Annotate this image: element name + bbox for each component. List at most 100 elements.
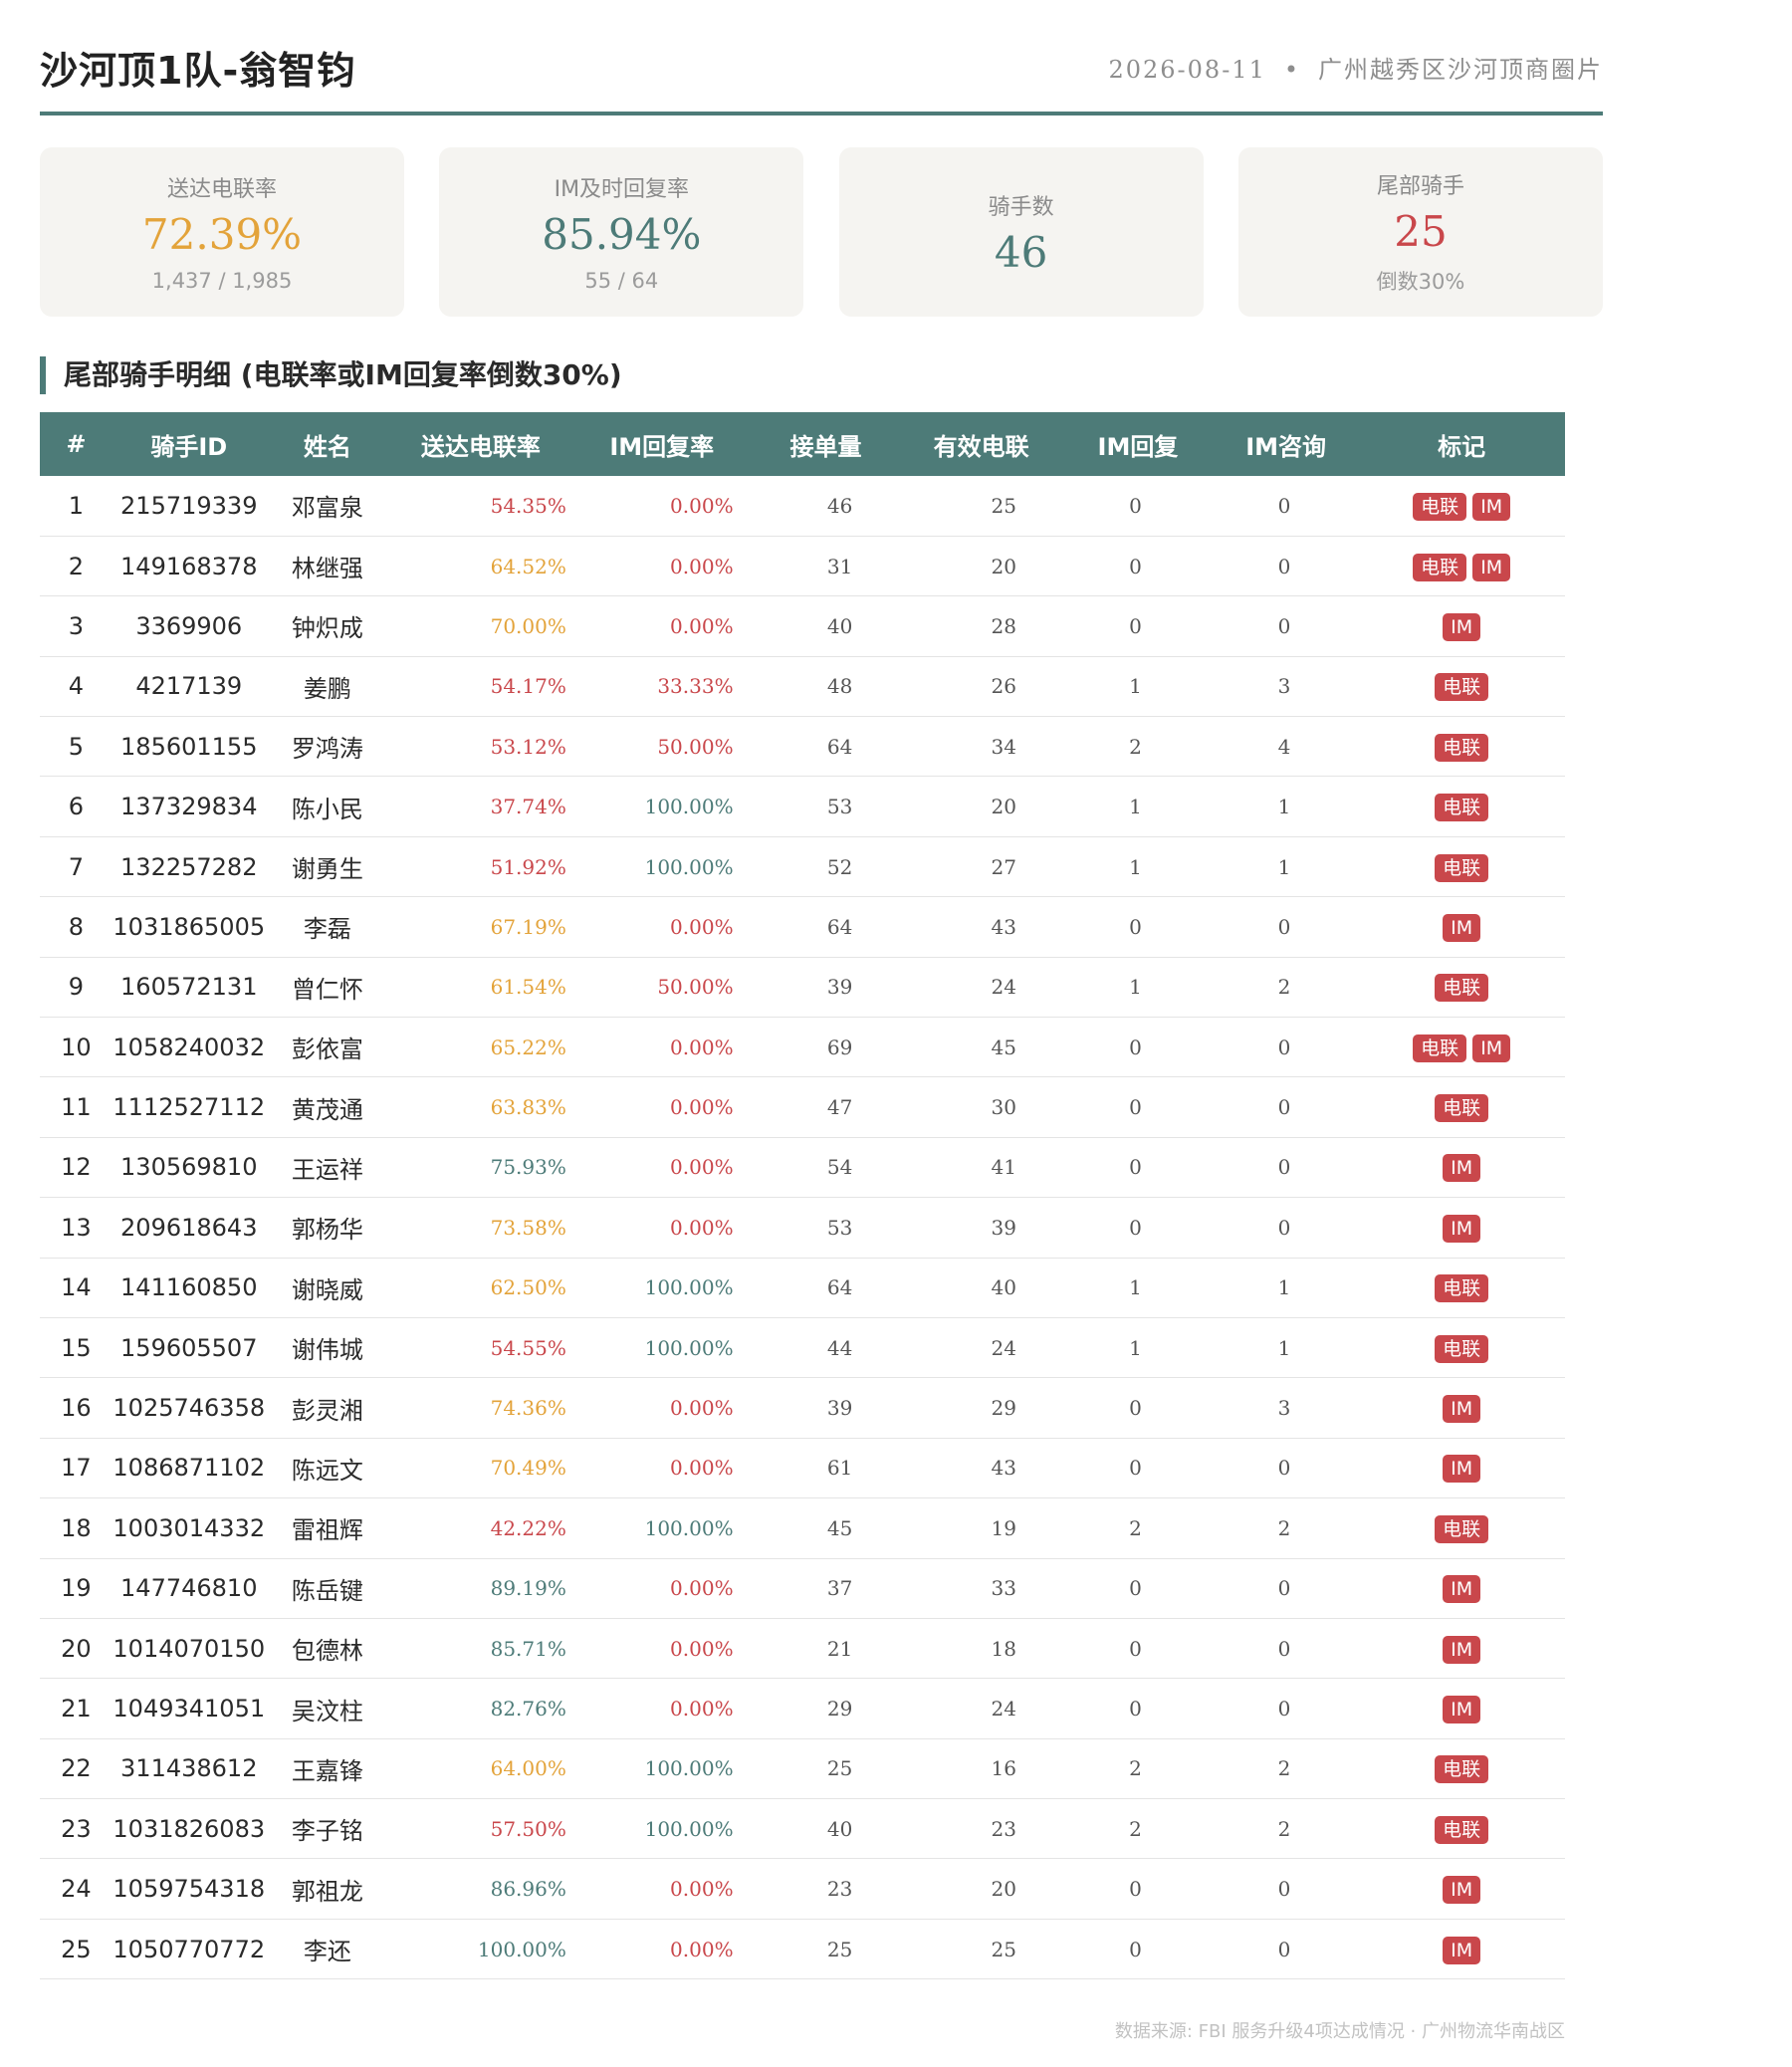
delivery-call-rate: 70.00% [490, 613, 566, 638]
status-badge: IM [1472, 492, 1511, 521]
row-index: 12 [61, 1153, 92, 1182]
rider-id: 3369906 [135, 611, 243, 640]
row-index: 5 [68, 732, 84, 761]
rider-name: 郭杨华 [291, 1216, 363, 1245]
kpi-label: 尾部骑手 [1376, 173, 1464, 199]
order-count: 25 [826, 1937, 853, 1961]
table-row: 4 4217139 姜鹏 54.17% 33.33% 48 26 1 3 电联 [40, 656, 1565, 717]
order-count: 47 [826, 1095, 853, 1120]
im-inquiries: 0 [1277, 613, 1291, 638]
kpi-value: 72.39% [141, 209, 303, 259]
table-row: 21 1049341051 吴汶柱 82.76% 0.00% 29 24 0 0 IM [40, 1679, 1565, 1739]
rider-tags: 电联 IM [1358, 536, 1565, 595]
kpi-value: 85.94% [542, 209, 702, 259]
order-count: 40 [826, 613, 853, 638]
im-inquiries: 0 [1277, 1937, 1291, 1961]
table-body: 1 215719339 邓富泉 54.35% 0.00% 46 25 0 0 电联 IM 2 14916… [40, 476, 1565, 1979]
table-row: 17 1086871102 陈远文 70.49% 0.00% 61 43 0 0 IM [40, 1438, 1565, 1498]
status-badge: 电联 [1435, 673, 1489, 702]
table-row: 13 209618643 郭杨华 73.58% 0.00% 53 39 0 0 IM [40, 1198, 1565, 1259]
table-row: 19 147746810 陈岳键 89.19% 0.00% 37 33 0 0 IM [40, 1558, 1565, 1619]
im-replies: 1 [1129, 674, 1142, 699]
page-title: 沙河顶1队-翁智钧 [40, 48, 356, 93]
im-replies: 0 [1129, 914, 1142, 939]
table-row: 8 1031865005 李磊 67.19% 0.00% 64 43 0 0 IM [40, 897, 1565, 958]
rider-tags: 电联 [1358, 777, 1565, 836]
im-inquiries: 0 [1277, 1456, 1291, 1481]
im-replies: 1 [1129, 854, 1142, 879]
rider-id: 1031865005 [112, 912, 266, 941]
col-header-im-replies: IM回复 [1097, 432, 1179, 461]
order-count: 46 [826, 493, 853, 518]
kpi-sub: 倒数30% [1376, 270, 1465, 295]
rider-id: 1049341051 [112, 1695, 266, 1722]
im-inquiries: 2 [1277, 975, 1291, 1000]
row-index: 25 [61, 1935, 92, 1963]
im-reply-rate: 0.00% [670, 1576, 734, 1601]
table-row: 3 3369906 钟炽成 70.00% 0.00% 40 28 0 0 IM [40, 596, 1565, 657]
im-reply-rate: 0.00% [670, 1697, 734, 1721]
im-replies: 2 [1129, 1756, 1142, 1781]
rider-name: 罗鸿涛 [291, 735, 363, 764]
order-count: 39 [826, 1396, 853, 1421]
table-row: 5 185601155 罗鸿涛 53.12% 50.00% 64 34 2 4 电联 [40, 717, 1565, 777]
im-reply-rate: 0.00% [670, 1456, 734, 1481]
effective-calls: 16 [991, 1756, 1016, 1781]
delivery-call-rate: 42.22% [490, 1515, 566, 1540]
order-count: 29 [826, 1697, 853, 1721]
table-row: 7 132257282 谢勇生 51.92% 100.00% 52 27 1 1 电联 [40, 836, 1565, 897]
order-count: 54 [826, 1155, 853, 1180]
rider-tags: IM [1358, 1378, 1565, 1438]
im-replies: 0 [1129, 1396, 1142, 1421]
effective-calls: 19 [991, 1515, 1016, 1540]
im-inquiries: 3 [1277, 1396, 1291, 1421]
effective-calls: 30 [991, 1095, 1016, 1120]
im-inquiries: 1 [1277, 1275, 1291, 1300]
col-header-index: # [66, 430, 87, 458]
rider-tags: IM [1358, 1558, 1565, 1618]
rider-name: 邓富泉 [291, 494, 363, 523]
rider-tags: 电联 [1358, 1738, 1565, 1798]
delivery-call-rate: 85.71% [490, 1636, 566, 1661]
table-row: 14 141160850 谢晓威 62.50% 100.00% 64 40 1 1 电联 [40, 1258, 1565, 1318]
table-row: 11 1112527112 黄茂通 63.83% 0.00% 47 30 0 0 电联 [40, 1077, 1565, 1138]
col-header-im-reply-rate: IM回复率 [609, 432, 715, 461]
status-badge: 电联 [1435, 1514, 1489, 1543]
im-inquiries: 0 [1277, 914, 1291, 939]
im-reply-rate: 0.00% [670, 1877, 734, 1902]
row-index: 21 [61, 1695, 92, 1722]
delivery-call-rate: 64.00% [490, 1756, 566, 1781]
effective-calls: 43 [991, 914, 1016, 939]
im-inquiries: 0 [1277, 1215, 1291, 1240]
header-divider [40, 112, 1603, 115]
rider-tags: IM [1358, 1438, 1565, 1497]
row-index: 22 [61, 1754, 92, 1783]
order-count: 64 [826, 914, 853, 939]
rider-id: 1059754318 [112, 1875, 266, 1904]
order-count: 21 [826, 1636, 853, 1661]
status-badge: 电联 [1435, 794, 1489, 822]
rider-name: 陈小民 [291, 795, 363, 823]
effective-calls: 23 [991, 1816, 1016, 1841]
order-count: 53 [826, 795, 853, 819]
row-index: 13 [61, 1213, 92, 1242]
rider-id: 159605507 [120, 1333, 258, 1362]
im-inquiries: 2 [1277, 1756, 1291, 1781]
effective-calls: 24 [991, 1697, 1016, 1721]
status-badge: 电联 [1435, 1094, 1489, 1123]
im-reply-rate: 0.00% [670, 1215, 734, 1240]
rider-id: 137329834 [120, 793, 258, 821]
col-header-effective-calls: 有效电联 [933, 432, 1029, 461]
table-row: 12 130569810 王运祥 75.93% 0.00% 54 41 0 0 IM [40, 1137, 1565, 1198]
im-replies: 0 [1129, 1937, 1142, 1961]
table-row: 2 149168378 林继强 64.52% 0.00% 31 20 0 0 电联 IM [40, 536, 1565, 596]
order-count: 44 [826, 1335, 853, 1360]
rider-name: 李还 [303, 1938, 351, 1966]
rider-name: 郭祖龙 [291, 1877, 363, 1906]
im-inquiries: 0 [1277, 1095, 1291, 1120]
rider-name: 曾仁怀 [291, 975, 363, 1004]
table-row: 23 1031826083 李子铭 57.50% 100.00% 40 23 2 2 电联 [40, 1799, 1565, 1859]
tail-rider-table: # 骑手ID 姓名 送达电联率 IM回复率 接单量 有效电联 IM回复 IM咨询… [40, 412, 1565, 1979]
rider-name: 谢勇生 [291, 855, 363, 884]
order-count: 64 [826, 734, 853, 759]
